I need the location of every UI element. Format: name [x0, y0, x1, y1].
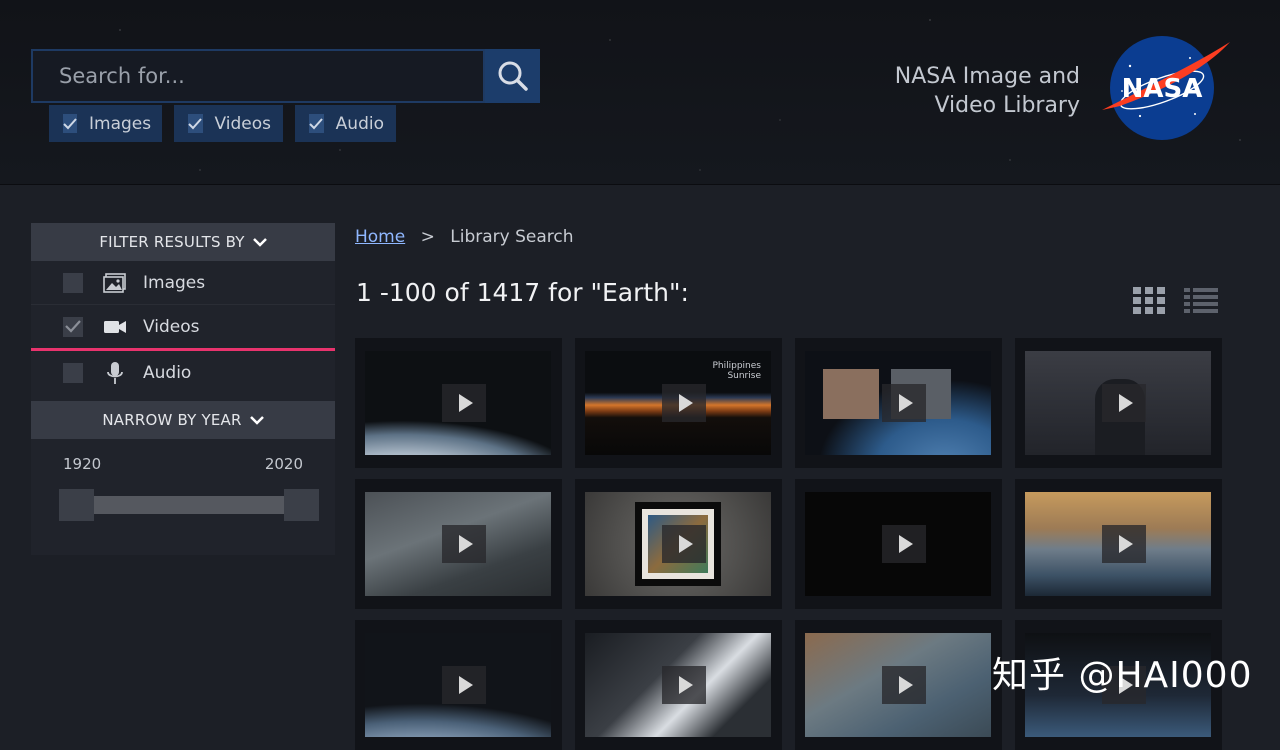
site-title: NASA Image and Video Library: [870, 62, 1080, 120]
grid-view-icon[interactable]: [1133, 287, 1165, 314]
thumbnail-caption: Philippines Sunrise: [712, 361, 762, 381]
filter-results-heading: FILTER RESULTS BY: [99, 233, 245, 251]
year-range-slider[interactable]: [59, 489, 319, 521]
year-slider-min-handle[interactable]: [59, 489, 94, 521]
search-icon: [498, 61, 528, 91]
play-icon[interactable]: [442, 666, 486, 704]
filter-videos-label: Videos: [143, 316, 200, 337]
toggle-videos-label: Videos: [214, 113, 272, 134]
filter-videos-checkbox[interactable]: [63, 316, 83, 337]
play-icon[interactable]: [662, 666, 706, 704]
checkmark-icon: [65, 320, 81, 333]
toggle-videos[interactable]: Videos: [174, 105, 283, 142]
checkmark-icon: [188, 117, 202, 129]
checkbox-audio[interactable]: [309, 114, 324, 133]
filter-videos[interactable]: Videos: [31, 305, 335, 351]
toggle-images-label: Images: [89, 113, 152, 134]
nasa-logo[interactable]: NASA: [1100, 36, 1232, 144]
result-tile[interactable]: [795, 620, 1002, 750]
filter-images-label: Images: [143, 272, 206, 293]
result-tile[interactable]: [355, 338, 562, 468]
toggle-images[interactable]: Images: [49, 105, 162, 142]
play-icon[interactable]: [662, 525, 706, 563]
filter-audio[interactable]: Audio: [31, 351, 335, 394]
play-icon[interactable]: [662, 384, 706, 422]
play-icon[interactable]: [882, 384, 926, 422]
breadcrumb: Home > Library Search: [355, 227, 574, 247]
play-icon[interactable]: [882, 525, 926, 563]
search-box: [31, 49, 485, 103]
toggle-audio[interactable]: Audio: [295, 105, 396, 142]
result-tile[interactable]: [1015, 338, 1222, 468]
search-button[interactable]: [485, 49, 540, 103]
play-icon[interactable]: [1102, 384, 1146, 422]
toggle-audio-label: Audio: [335, 113, 384, 134]
result-tile[interactable]: [1015, 479, 1222, 609]
narrow-by-year-header[interactable]: NARROW BY YEAR: [31, 401, 335, 439]
breadcrumb-current: Library Search: [450, 227, 574, 247]
year-slider-max-handle[interactable]: [284, 489, 319, 521]
video-camera-icon: [103, 316, 127, 338]
header: Images Videos Audio NASA Image and Video…: [0, 0, 1280, 185]
filter-results-header[interactable]: FILTER RESULTS BY: [31, 223, 335, 261]
narrow-by-year-heading: NARROW BY YEAR: [102, 411, 242, 429]
chevron-down-icon: [249, 416, 264, 425]
year-max-label: 2020: [264, 455, 303, 473]
site-title-line2: Video Library: [934, 93, 1080, 118]
microphone-icon: [103, 361, 127, 384]
nasa-logo-text: NASA: [1122, 74, 1203, 104]
play-icon[interactable]: [442, 384, 486, 422]
watermark: 知乎 @HAI000: [992, 655, 1253, 696]
search-input[interactable]: [57, 63, 481, 89]
play-icon[interactable]: [882, 666, 926, 704]
result-tile[interactable]: [355, 479, 562, 609]
checkbox-videos[interactable]: [188, 114, 203, 133]
result-tile[interactable]: [795, 479, 1002, 609]
filter-images[interactable]: Images: [31, 261, 335, 305]
result-tile[interactable]: [355, 620, 562, 750]
filter-audio-checkbox[interactable]: [63, 362, 83, 383]
checkmark-icon: [63, 117, 77, 129]
list-view-icon[interactable]: [1184, 287, 1218, 314]
checkmark-icon: [309, 117, 324, 129]
results-heading: 1 -100 of 1417 for "Earth":: [356, 278, 689, 307]
result-tile[interactable]: Philippines Sunrise: [575, 338, 782, 468]
result-tile[interactable]: [795, 338, 1002, 468]
site-title-line1: NASA Image and: [894, 64, 1080, 89]
play-icon[interactable]: [442, 525, 486, 563]
play-icon[interactable]: [1102, 525, 1146, 563]
thumbnail-inset: [823, 369, 879, 419]
result-tile[interactable]: [575, 479, 782, 609]
year-slider-track[interactable]: [59, 496, 319, 514]
filter-sidebar: FILTER RESULTS BY Images Videos Audio NA…: [31, 223, 335, 555]
checkbox-images[interactable]: [63, 114, 77, 133]
result-tile[interactable]: [575, 620, 782, 750]
filter-audio-label: Audio: [143, 362, 192, 383]
year-min-label: 1920: [63, 455, 102, 473]
image-icon: [103, 272, 127, 294]
breadcrumb-separator: >: [420, 227, 435, 247]
breadcrumb-home-link[interactable]: Home: [355, 227, 405, 247]
filter-images-checkbox[interactable]: [63, 272, 83, 293]
chevron-down-icon: [252, 238, 267, 247]
